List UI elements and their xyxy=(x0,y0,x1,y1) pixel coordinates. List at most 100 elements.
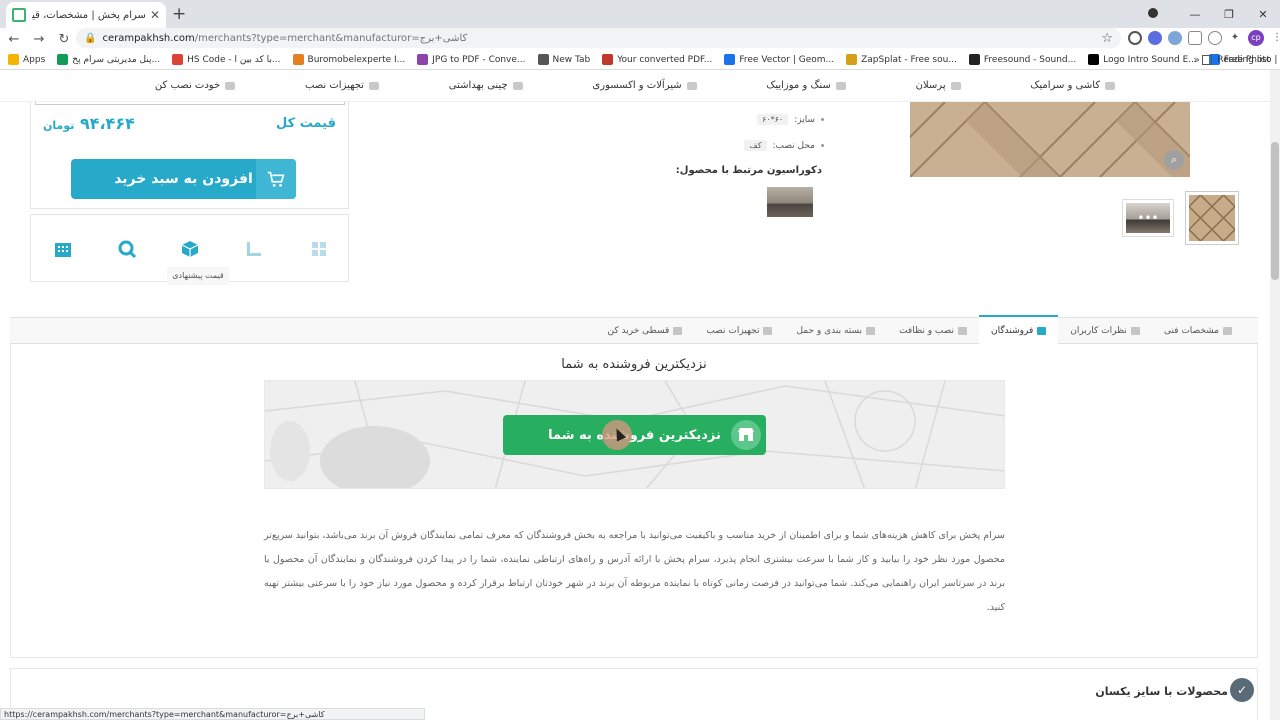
nearest-merchant-button-label: نزدیکترین فروشنده به شما xyxy=(548,427,721,443)
product-tab[interactable]: بسته بندی و حمل xyxy=(784,317,887,344)
quantity-field-edge[interactable] xyxy=(35,102,345,105)
nav-item[interactable]: تجهیزات نصب xyxy=(305,80,379,91)
close-window-button[interactable]: ✕ xyxy=(1246,8,1280,21)
tab-icon xyxy=(1037,326,1047,335)
nav-item[interactable]: شیرآلات و اکسسوری xyxy=(592,80,697,91)
new-tab-button[interactable]: + xyxy=(172,4,186,24)
minimize-button[interactable]: — xyxy=(1178,8,1212,21)
bookmark-label: Free Vector | Geom... xyxy=(739,54,835,65)
product-tab[interactable]: فروشندگان xyxy=(979,315,1059,344)
thumbnail-tile-pattern[interactable] xyxy=(1185,191,1239,245)
same-size-products-title: محصولات با سایز یکسان xyxy=(1095,685,1228,698)
nav-item-label: سنگ و موزاییک xyxy=(766,80,831,91)
spec-place-label: محل نصب: xyxy=(772,140,816,151)
cart-icon xyxy=(256,159,296,199)
bookmark-label: Buromobelexperte I... xyxy=(307,54,406,65)
bookmark-item[interactable]: HS Code - با کد بین ا... xyxy=(172,54,281,65)
browser-tab[interactable]: سرام پخش | مشخصات، قیمت و خر ✕ xyxy=(6,2,166,28)
nav-item[interactable]: پرسلان xyxy=(916,80,961,91)
product-tab[interactable]: قسطی خرید کن xyxy=(596,317,695,344)
extension-icon[interactable] xyxy=(1168,31,1182,45)
total-price-label: قیمت کل xyxy=(276,116,336,131)
spec-size: سایز: ۶۰*۶۰ xyxy=(757,114,824,125)
bookmark-item[interactable]: Logo Intro Sound E... xyxy=(1088,54,1197,65)
bookmark-item[interactable]: Your converted PDF... xyxy=(602,54,712,65)
price-panel: قیمت کل ۹۴،۴۶۴ تومان افزودن به سبد خرید xyxy=(30,102,349,209)
window-controls: — ❐ ✕ xyxy=(1144,0,1280,28)
camera-icon[interactable] xyxy=(1188,31,1202,45)
nav-item[interactable]: سنگ و موزاییک xyxy=(766,80,846,91)
reading-list-icon xyxy=(1202,54,1213,65)
bookmark-favicon-icon xyxy=(292,54,304,65)
nearest-merchant-button[interactable]: نزدیکترین فروشنده به شما xyxy=(503,415,766,455)
product-tab[interactable]: تجهیزات نصب xyxy=(694,317,784,344)
spec-size-label: سایز: xyxy=(794,114,815,125)
more-bookmarks-icon[interactable]: » xyxy=(1193,53,1200,66)
add-to-cart-button[interactable]: افزودن به سبد خرید xyxy=(71,159,296,199)
nav-item[interactable]: خودت نصب کن xyxy=(155,80,236,91)
building-icon[interactable] xyxy=(53,239,73,259)
spec-place: محل نصب: کف xyxy=(744,140,824,151)
forward-button[interactable]: → xyxy=(28,32,50,47)
nav-item-label: تجهیزات نصب xyxy=(304,80,364,91)
restore-button[interactable]: ❐ xyxy=(1212,8,1246,21)
product-main-image[interactable] xyxy=(910,102,1190,177)
package-icon[interactable] xyxy=(180,239,200,259)
add-to-cart-label: افزودن به سبد خرید xyxy=(114,171,253,187)
browser-toolbar: ← → ↻ 🔒 cerampakhsh.com/merchants?type=m… xyxy=(0,28,1280,50)
bookmark-item[interactable]: New Tab xyxy=(537,54,590,65)
scrollbar-thumb[interactable] xyxy=(1271,142,1279,280)
tab-search-icon[interactable] xyxy=(1144,7,1178,21)
bookmark-label: JPG to PDF - Conve... xyxy=(432,54,526,65)
lock-icon[interactable]: 🔒 xyxy=(84,33,96,44)
reading-list-button[interactable]: Reading list xyxy=(1202,54,1270,65)
address-bar[interactable]: 🔒 cerampakhsh.com/merchants?type=merchan… xyxy=(76,28,1121,48)
extension-icon[interactable] xyxy=(1148,31,1162,45)
product-tab[interactable]: نظرات کاربران xyxy=(1058,317,1152,344)
close-tab-icon[interactable]: ✕ xyxy=(150,8,160,22)
bookmark-item[interactable]: Freesound - Sound... xyxy=(968,54,1076,65)
product-tab-label: تجهیزات نصب xyxy=(706,325,760,336)
bookmark-item[interactable]: ZapSplat - Free sou... xyxy=(846,54,957,65)
nav-category-icon xyxy=(512,81,523,90)
suggested-price-tooltip: قیمت پیشنهادی xyxy=(167,267,229,285)
tile-grid-icon[interactable] xyxy=(309,239,329,259)
back-button[interactable]: ← xyxy=(3,32,25,47)
bookmark-item[interactable]: Free Vector | Geom... xyxy=(724,54,834,65)
decoration-thumbnail[interactable] xyxy=(767,187,813,217)
bookmark-favicon-icon xyxy=(57,54,69,65)
magnifier-icon[interactable] xyxy=(117,239,137,259)
bookmark-item[interactable]: Buromobelexperte I... xyxy=(292,54,406,65)
nav-item[interactable]: کاشی و سرامیک xyxy=(1030,80,1116,91)
thumbnail-room-scene[interactable]: ••• xyxy=(1122,199,1174,237)
tab-icon xyxy=(763,326,773,335)
store-icon xyxy=(731,420,761,450)
tab-icon xyxy=(1223,326,1232,335)
bookmark-favicon-icon xyxy=(846,54,858,65)
product-tab-label: نظرات کاربران xyxy=(1070,325,1127,336)
bookmark-favicon-icon xyxy=(537,54,549,65)
product-tab-label: مشخصات فنی xyxy=(1163,325,1219,336)
nav-category-icon xyxy=(950,81,961,90)
product-tab[interactable]: نصب و نظافت xyxy=(887,317,979,344)
bookmark-favicon-icon xyxy=(8,54,19,65)
profile-avatar[interactable]: cp xyxy=(1248,30,1264,46)
site-favicon-icon xyxy=(12,8,26,22)
puzzle-icon[interactable]: ✦ xyxy=(1228,31,1242,45)
product-tab-label: نصب و نظافت xyxy=(899,325,955,336)
zoom-image-icon[interactable]: ⌕ xyxy=(1164,150,1184,170)
extension-icon[interactable] xyxy=(1128,31,1142,45)
bookmark-favicon-icon xyxy=(602,54,614,65)
nav-category-icon xyxy=(686,81,697,90)
extension-icon[interactable] xyxy=(1208,31,1222,45)
bookmark-item[interactable]: Apps xyxy=(8,54,45,65)
bookmark-star-icon[interactable]: ☆ xyxy=(1101,31,1113,46)
ruler-icon[interactable] xyxy=(244,239,264,259)
product-tab[interactable]: مشخصات فنی xyxy=(1152,317,1244,344)
bookmark-item[interactable]: پنل مدیریتی سرام پخ... xyxy=(57,54,160,65)
nav-item[interactable]: چینی بهداشتی xyxy=(449,80,523,91)
bookmark-item[interactable]: JPG to PDF - Conve... xyxy=(417,54,526,65)
reload-button[interactable]: ↻ xyxy=(53,32,75,47)
spec-size-value: ۶۰*۶۰ xyxy=(757,114,789,125)
menu-icon[interactable]: ⋮ xyxy=(1270,31,1280,45)
